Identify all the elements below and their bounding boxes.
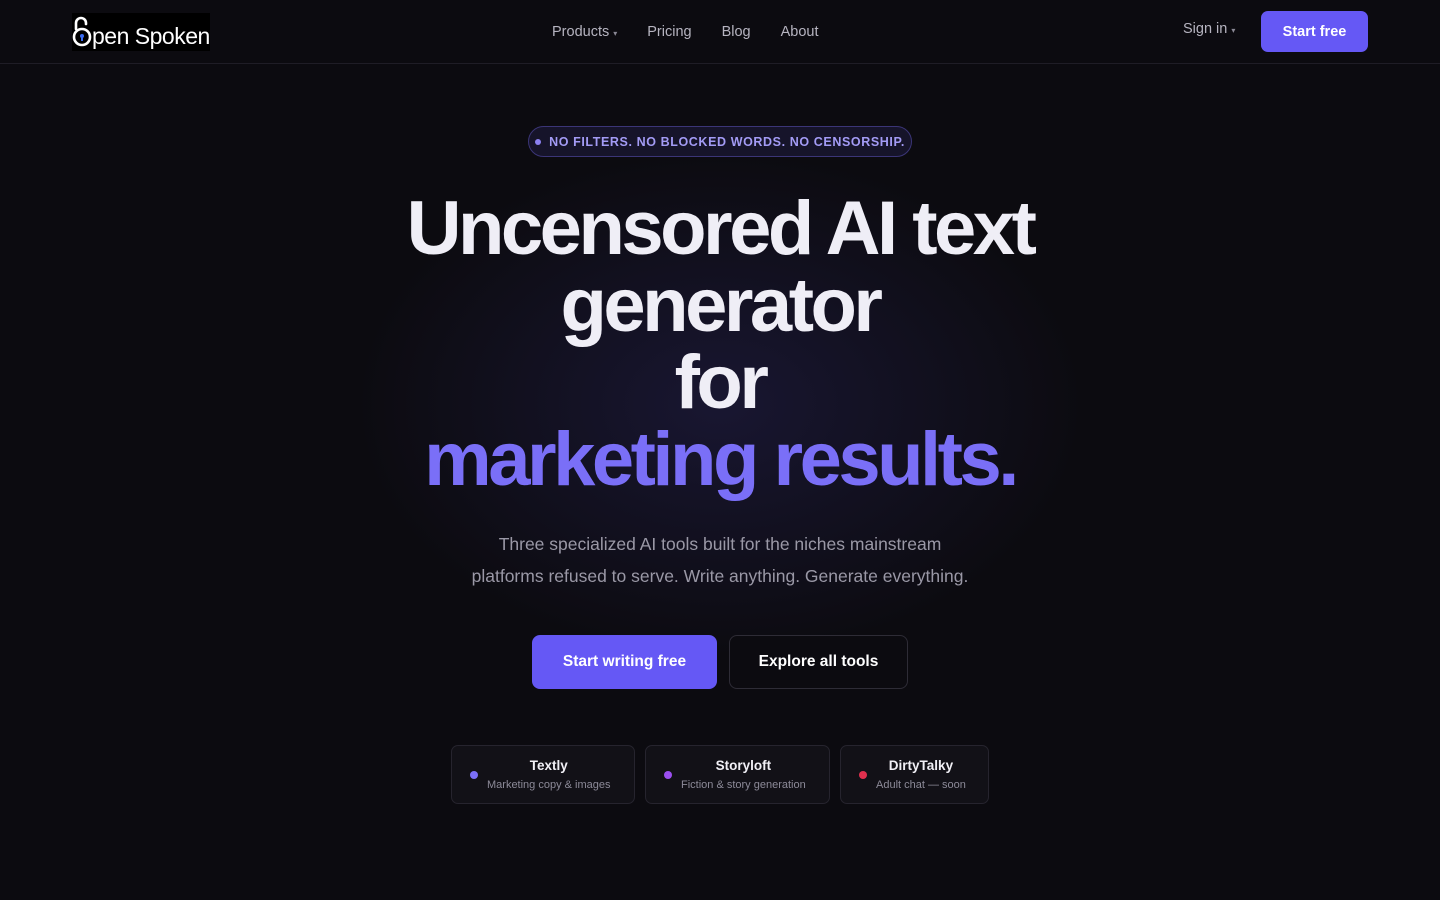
status-dot-icon <box>664 770 672 779</box>
badge-text: NO FILTERS. NO BLOCKED WORDS. NO CENSORS… <box>549 134 905 149</box>
tool-description: Adult chat — soon <box>876 778 966 791</box>
tool-name: DirtyTalky <box>888 757 954 773</box>
explore-all-tools-button[interactable]: Explore all tools <box>729 635 908 689</box>
headline-line-2: generator <box>560 263 883 348</box>
sign-in-dropdown[interactable]: Sign in ▾ <box>1183 21 1235 37</box>
tool-name: Storyloft <box>715 757 772 773</box>
nav-item-label: Pricing <box>647 24 692 40</box>
brand-logo[interactable]: pen Spoken <box>72 13 210 51</box>
headline-line-1: Uncensored AI text <box>406 186 1037 271</box>
nav-item-blog[interactable]: Blog <box>722 24 751 40</box>
subtitle-line-2: platforms refused to serve. Write anythi… <box>471 566 969 586</box>
hero-headline: Uncensored AI text generator for marketi… <box>300 190 1140 498</box>
chevron-down-icon: ▾ <box>613 28 618 38</box>
tool-description: Fiction & story generation <box>681 778 806 791</box>
tool-card-dirtytalky[interactable]: DirtyTalky Adult chat — soon <box>840 745 989 804</box>
main-nav: Products ▾ Pricing Blog About <box>552 20 849 44</box>
nav-item-about[interactable]: About <box>781 24 819 40</box>
tool-card-text: Textly Marketing copy & images <box>487 757 611 793</box>
start-free-button[interactable]: Start free <box>1261 11 1368 52</box>
subtitle-line-1: Three specialized AI tools built for the… <box>498 534 942 554</box>
open-lock-icon <box>72 16 92 47</box>
chevron-down-icon: ▾ <box>1231 25 1236 35</box>
headline-line-3: for <box>674 340 769 425</box>
brand-name: pen Spoken <box>92 22 210 49</box>
tool-card-textly[interactable]: Textly Marketing copy & images <box>451 745 635 804</box>
nav-item-label: Blog <box>721 24 751 40</box>
hero-subtitle: Three specialized AI tools built for the… <box>420 528 1020 592</box>
sign-in-label: Sign in <box>1183 21 1228 37</box>
top-navbar: pen Spoken Products ▾ Pricing Blog About… <box>0 0 1440 64</box>
tool-card-text: DirtyTalky Adult chat — soon <box>876 757 966 793</box>
nav-item-pricing[interactable]: Pricing <box>647 24 691 40</box>
tool-description: Marketing copy & images <box>487 778 611 791</box>
status-dot-icon <box>859 770 867 779</box>
nav-item-label: About <box>780 24 819 40</box>
status-dot-icon <box>470 770 478 779</box>
tool-card-text: Storyloft Fiction & story generation <box>681 757 806 793</box>
start-writing-free-button[interactable]: Start writing free <box>532 635 717 689</box>
nav-item-label: Products <box>552 24 610 40</box>
no-censorship-badge: NO FILTERS. NO BLOCKED WORDS. NO CENSORS… <box>528 126 912 157</box>
nav-item-products[interactable]: Products ▾ <box>552 24 617 40</box>
tool-card-storyloft[interactable]: Storyloft Fiction & story generation <box>645 745 830 804</box>
headline-accent: marketing results. <box>424 417 1019 502</box>
tool-name: Textly <box>529 757 568 773</box>
badge-dot-icon <box>535 138 542 145</box>
